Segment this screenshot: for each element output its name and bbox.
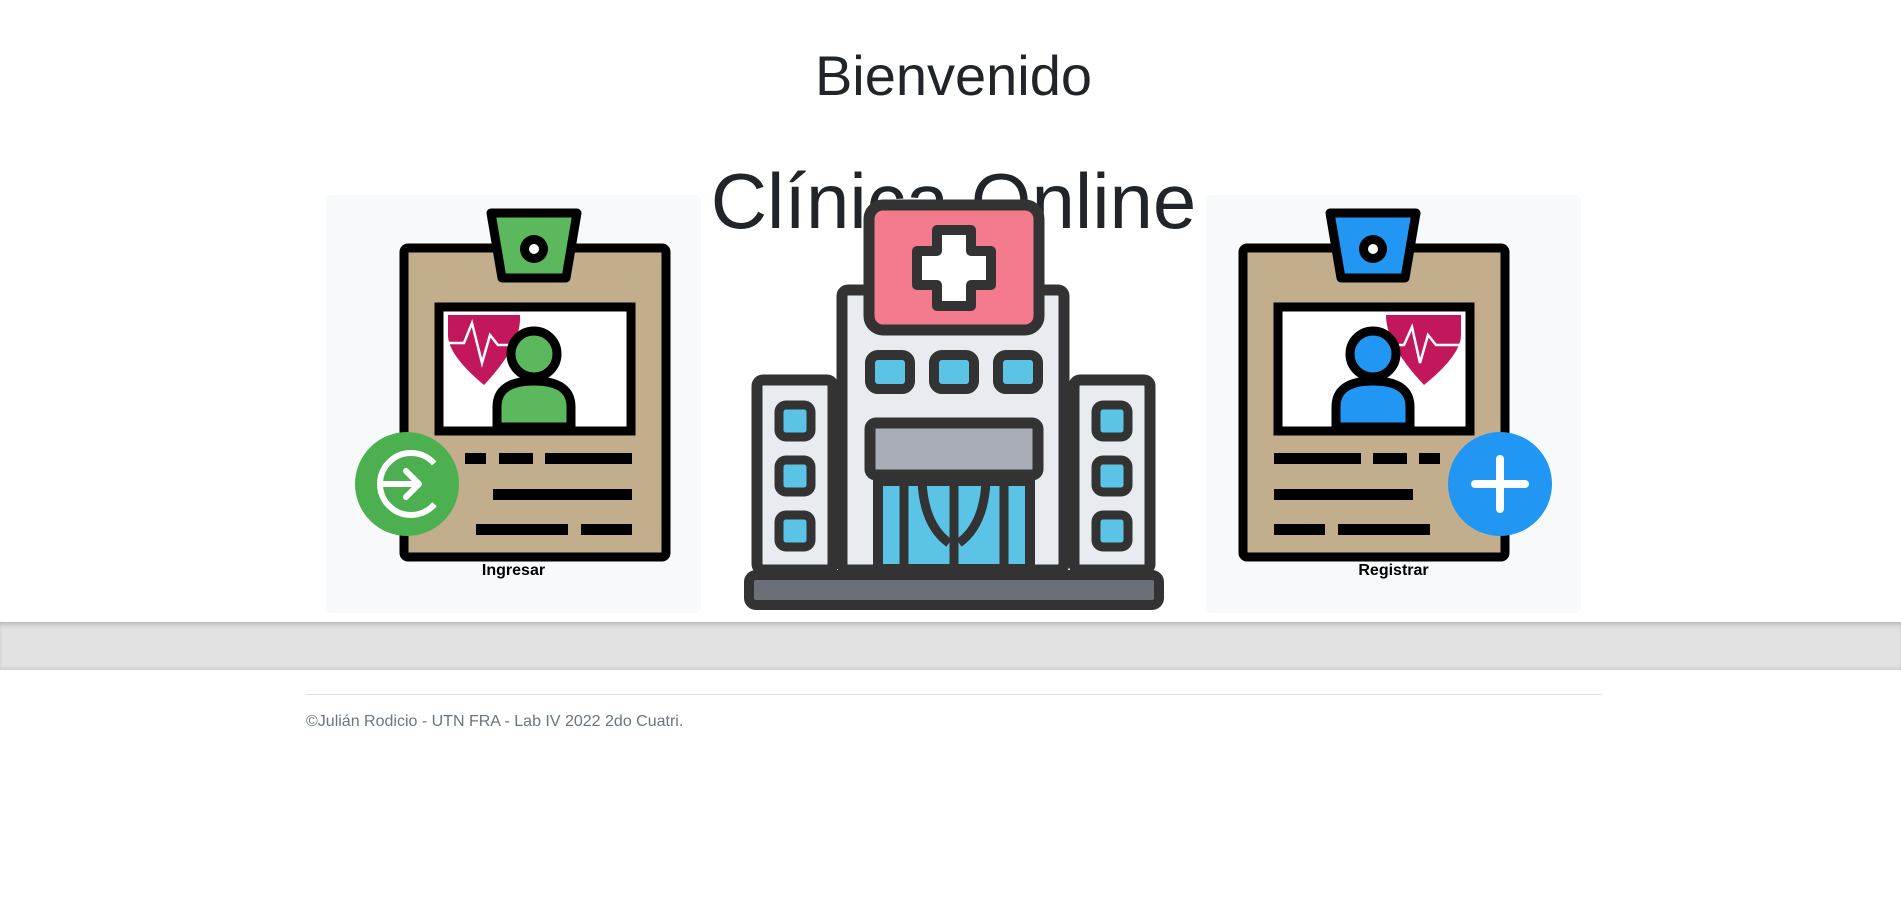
page: Bienvenido Clínica Online Ingresar Regis… — [0, 0, 1901, 915]
section-divider-band — [0, 622, 1901, 670]
login-card[interactable]: Ingresar — [326, 195, 701, 613]
login-label: Ingresar — [481, 562, 546, 579]
welcome-heading: Bienvenido — [814, 43, 1093, 107]
id-badge-green-icon — [355, 208, 671, 562]
footer-divider — [306, 694, 1602, 695]
register-card[interactable]: Registrar — [1206, 195, 1581, 613]
id-badge-blue-icon — [1238, 208, 1552, 562]
footer-copyright: ©Julián Rodicio - UTN FRA - Lab IV 2022 … — [306, 713, 684, 730]
hospital-illustration — [744, 195, 1164, 613]
hospital-building-icon — [744, 199, 1164, 610]
register-label: Registrar — [1358, 562, 1429, 579]
